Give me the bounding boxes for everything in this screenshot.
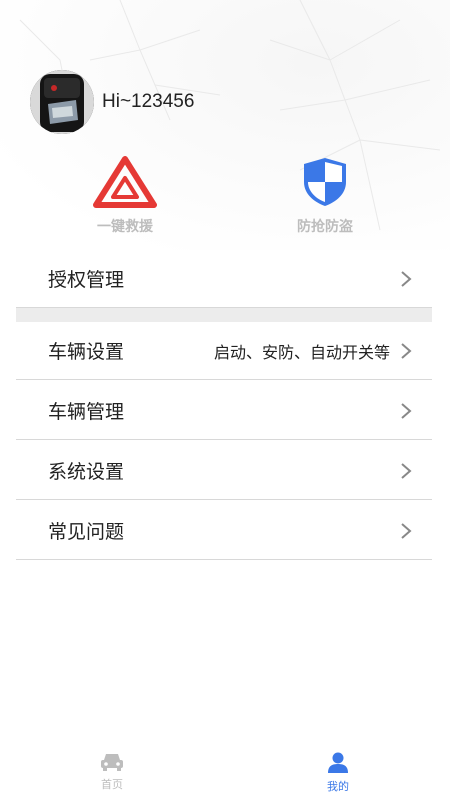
section-divider xyxy=(16,308,432,322)
shield-icon xyxy=(304,158,346,206)
menu-label: 车辆管理 xyxy=(48,401,125,423)
profile-header: Hi~123456 xyxy=(30,70,194,134)
tab-home-label: 首页 xyxy=(101,778,123,791)
chevron-right-icon xyxy=(401,270,412,287)
anti-theft-button[interactable]: 防抢防盗 xyxy=(265,156,385,236)
menu-faq[interactable]: 常见问题 xyxy=(16,502,432,560)
menu-system-settings[interactable]: 系统设置 xyxy=(16,442,432,500)
menu-label: 常见问题 xyxy=(48,521,125,543)
menu-label: 系统设置 xyxy=(48,461,125,483)
username: Hi~123456 xyxy=(102,91,195,112)
bottom-tab-bar: 首页 我的 xyxy=(0,740,450,800)
menu-hint: 启动、安防、自动开关等 xyxy=(213,342,390,362)
anti-theft-label: 防抢防盗 xyxy=(297,219,353,235)
rescue-button[interactable]: 一键救援 xyxy=(65,156,185,236)
warning-triangle-icon xyxy=(93,156,157,208)
car-icon xyxy=(101,754,123,771)
menu-label: 车辆设置 xyxy=(48,341,125,363)
chevron-right-icon xyxy=(401,462,412,479)
chevron-right-icon xyxy=(401,522,412,539)
menu-vehicle-management[interactable]: 车辆管理 xyxy=(16,382,432,440)
chevron-right-icon xyxy=(401,342,412,359)
tab-mine-label: 我的 xyxy=(327,780,349,793)
tab-home[interactable]: 首页 xyxy=(72,752,152,792)
rescue-label: 一键救援 xyxy=(97,219,153,235)
user-icon xyxy=(328,752,348,773)
tab-mine[interactable]: 我的 xyxy=(298,752,378,794)
avatar[interactable] xyxy=(30,70,94,134)
menu-vehicle-settings[interactable]: 车辆设置 启动、安防、自动开关等 xyxy=(16,322,432,380)
menu-label: 授权管理 xyxy=(48,269,125,291)
chevron-right-icon xyxy=(401,402,412,419)
menu-authorization[interactable]: 授权管理 xyxy=(16,250,432,308)
